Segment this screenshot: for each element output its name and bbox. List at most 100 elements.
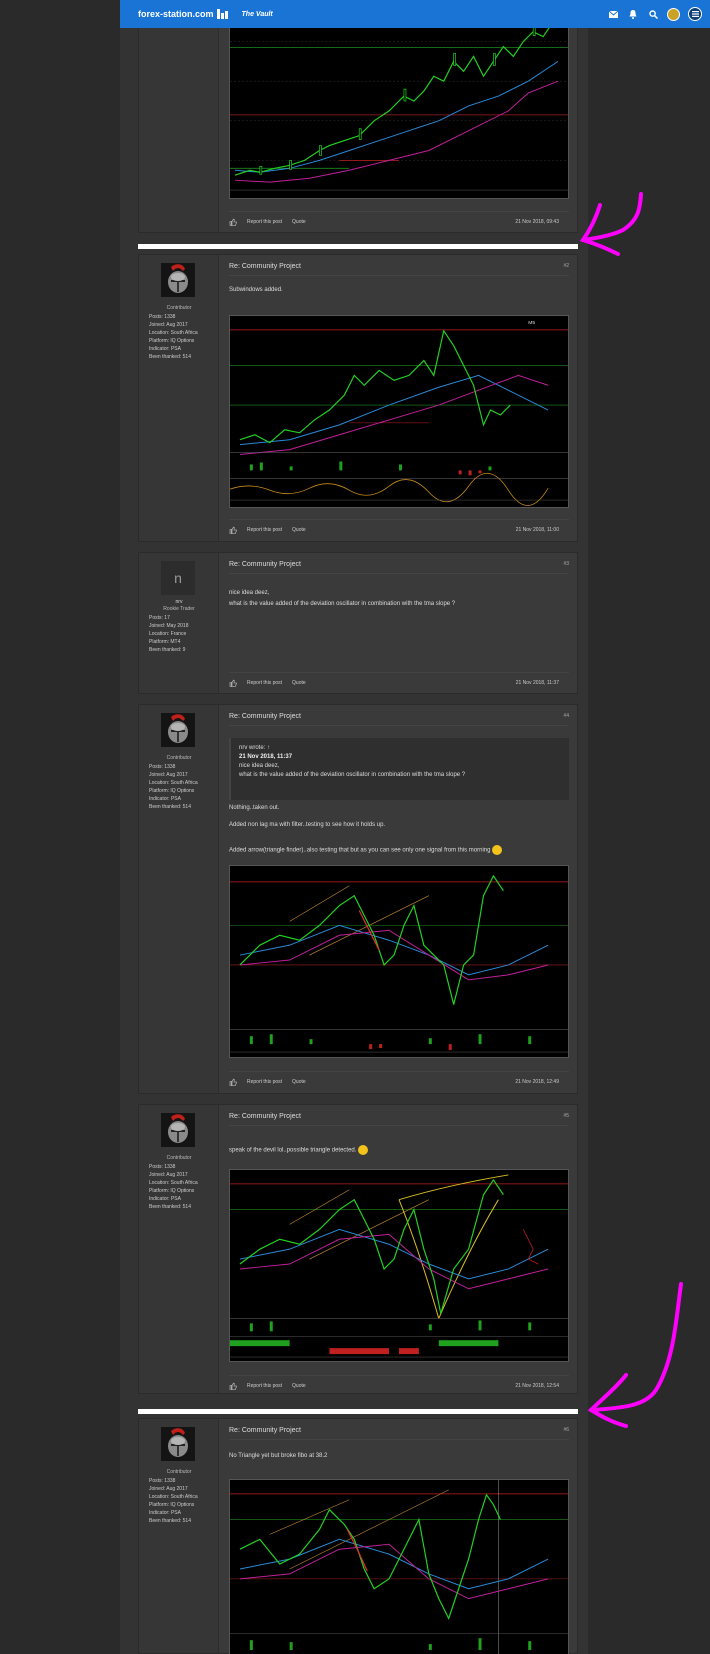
post-number[interactable]: #6 — [563, 1427, 569, 1433]
report-link[interactable]: Report this post — [247, 1079, 282, 1085]
report-link[interactable]: Report this post — [247, 680, 282, 686]
stat-location: Location: South Africa — [149, 1494, 198, 1500]
mail-icon[interactable] — [607, 8, 619, 20]
search-icon[interactable] — [647, 8, 659, 20]
quote-line-1: nice idea deez, — [239, 763, 280, 769]
report-link[interactable]: Report this post — [247, 527, 282, 533]
stat-indicator: Indicator: PSA — [149, 346, 181, 352]
post-6: Contributor Posts: 1338 Joined: Aug 2017… — [138, 1418, 578, 1654]
quote-link[interactable]: Quote — [292, 1383, 306, 1389]
helmet-avatar-icon — [161, 1427, 195, 1461]
title-separator — [229, 275, 569, 276]
post-number[interactable]: #5 — [563, 1113, 569, 1119]
grinning-emoji-icon — [358, 1145, 369, 1155]
post-title[interactable]: Re: Community Project — [229, 713, 301, 720]
quote-link[interactable]: Quote — [292, 527, 306, 533]
post-profile: Contributor Posts: 1338 Joined: Aug 2017… — [139, 255, 219, 541]
avatar[interactable] — [161, 1113, 195, 1147]
post-5: Contributor Posts: 1338 Joined: Aug 2017… — [138, 1104, 578, 1394]
avatar[interactable] — [161, 1427, 195, 1461]
post-profile — [139, 1, 219, 232]
annotation-arrow-icon — [587, 1282, 683, 1428]
post-title[interactable]: Re: Community Project — [229, 1427, 301, 1434]
thumbs-up-icon[interactable] — [229, 1078, 237, 1086]
post-title[interactable]: Re: Community Project — [229, 1113, 301, 1120]
stat-thanked: Been thanked: 9 — [149, 647, 186, 653]
post-title[interactable]: Re: Community Project — [229, 263, 301, 270]
post-chart-image[interactable] — [229, 1, 569, 199]
post-chart-image[interactable] — [229, 865, 569, 1058]
post-title[interactable]: Re: Community Project — [229, 561, 301, 568]
site-logo[interactable]: forex-station.com — [138, 9, 228, 19]
stat-platform: Platform: IQ Options — [149, 1188, 195, 1194]
stat-posts: Posts: 1338 — [149, 764, 176, 770]
post-footer: Report this post Quote 21 Nov 2018, 12:4… — [229, 1071, 569, 1091]
stat-posts: Posts: 1338 — [149, 1478, 176, 1484]
stat-posts: Posts: 1338 — [149, 314, 176, 320]
user-name[interactable]: nrv — [139, 599, 219, 605]
user-stats: Posts: 1338 Joined: Aug 2017 Location: S… — [149, 313, 198, 361]
logo-text: forex-station.com — [138, 9, 214, 19]
post-text-line-3-content: Added arrow(triangle finder)..also testi… — [229, 847, 491, 854]
quote-link[interactable]: Quote — [292, 1079, 306, 1085]
user-rank: Contributor — [166, 305, 192, 311]
stat-location: Location: South Africa — [149, 1180, 198, 1186]
quote-link[interactable]: Quote — [292, 219, 306, 225]
bell-icon[interactable] — [627, 8, 639, 20]
post-number[interactable]: #4 — [563, 713, 569, 719]
post-footer: Report this post Quote 21 Nov 2018, 12:5… — [229, 1375, 569, 1395]
chart-drawing — [230, 1174, 568, 1358]
quote-line-2: what is the value added of the deviation… — [239, 772, 466, 778]
post-text: speak of the devil lol..possible triangl… — [229, 1145, 569, 1156]
stat-posts: Posts: 1338 — [149, 1164, 176, 1170]
post-text-line-2: Added non lag ma with filter..testing to… — [229, 822, 386, 828]
thumbs-up-icon[interactable] — [229, 218, 237, 226]
stat-indicator: Indicator: PSA — [149, 1196, 181, 1202]
post-text-line-1: Nothing..taken out. — [229, 805, 280, 811]
chart-drawing — [230, 2, 568, 191]
post-profile: Contributor Posts: 1338 Joined: Aug 2017… — [139, 705, 219, 1093]
stat-joined: Joined: Aug 2017 — [149, 1486, 188, 1492]
quote-date: 21 Nov 2018, 11:37 — [239, 754, 293, 760]
user-stats: Posts: 1338 Joined: Aug 2017 Location: S… — [149, 1163, 198, 1211]
user-rank: Contributor — [166, 1469, 192, 1475]
post-profile: Contributor Posts: 1338 Joined: Aug 2017… — [139, 1105, 219, 1393]
avatar[interactable] — [161, 263, 195, 297]
post-number[interactable]: #3 — [563, 561, 569, 567]
user-rank: Rookie Trader — [163, 606, 195, 612]
hamburger-menu-icon[interactable] — [688, 7, 702, 21]
post-chart-image[interactable] — [229, 1479, 569, 1654]
post-footer: Report this post Quote 21 Nov 2018, 09:4… — [229, 211, 569, 231]
helmet-avatar-icon — [161, 713, 195, 747]
post-number[interactable]: #2 — [563, 263, 569, 269]
title-separator — [229, 573, 569, 574]
thumbs-up-icon[interactable] — [229, 1382, 237, 1390]
thumbs-up-icon[interactable] — [229, 679, 237, 687]
avatar[interactable]: n — [161, 561, 195, 595]
title-separator — [229, 725, 569, 726]
report-link[interactable]: Report this post — [247, 1383, 282, 1389]
quote-link[interactable]: Quote — [292, 680, 306, 686]
post-footer: Report this post Quote 21 Nov 2018, 11:3… — [229, 672, 569, 692]
post-text-line-2: what is the value added of the deviation… — [229, 601, 456, 607]
post-chart-image[interactable] — [229, 1169, 569, 1362]
vault-link[interactable]: The Vault — [242, 11, 273, 18]
user-avatar[interactable] — [667, 7, 680, 21]
post-chart-image[interactable]: M5 — [229, 315, 569, 508]
left-gutter — [0, 0, 120, 1654]
post-text-line-3: Added arrow(triangle finder)..also testi… — [229, 845, 569, 856]
quote-author[interactable]: nrv wrote: ↑ — [239, 744, 561, 753]
post-date: 21 Nov 2018, 11:37 — [515, 679, 559, 686]
user-stats: Posts: 17 Joined: May 2018 Location: Fra… — [149, 614, 188, 654]
helmet-avatar-icon — [161, 263, 195, 297]
report-link[interactable]: Report this post — [247, 219, 282, 225]
chart-drawing — [230, 1480, 568, 1654]
post-text: Subwindows added. — [229, 287, 283, 293]
avatar[interactable] — [161, 713, 195, 747]
rolling-eyes-emoji-icon — [492, 845, 503, 855]
top-navbar: forex-station.com The Vault — [120, 0, 710, 28]
thumbs-up-icon[interactable] — [229, 526, 237, 534]
stat-platform: Platform: IQ Options — [149, 788, 195, 794]
post-date: 21 Nov 2018, 09:43 — [515, 218, 559, 225]
user-rank: Contributor — [166, 755, 192, 761]
